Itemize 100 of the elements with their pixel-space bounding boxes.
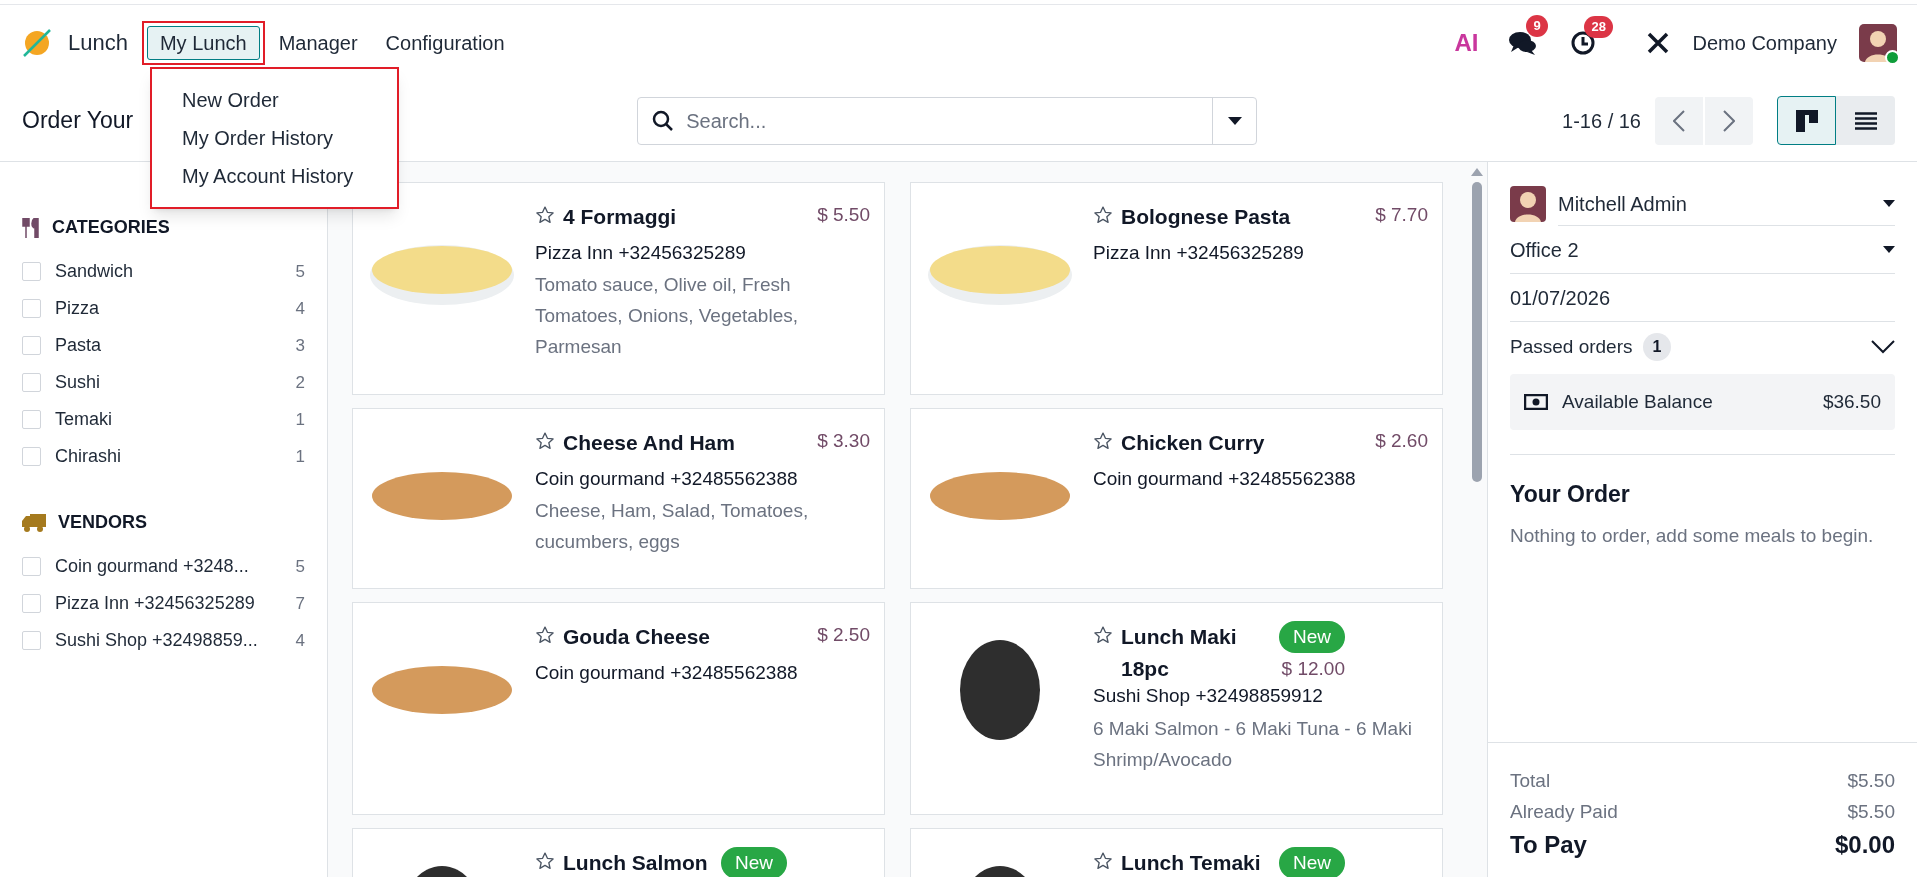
filter-count: 2 — [295, 371, 305, 394]
checkbox[interactable] — [22, 336, 41, 355]
vendor-name: Pizza Inn +32456325289 — [535, 240, 747, 265]
total-label: To Pay — [1510, 830, 1587, 860]
product-card[interactable]: Chicken Curry $ 2.60 Coin gourmand +32485562388 — [910, 408, 1443, 589]
previous-button[interactable] — [1655, 96, 1703, 145]
menu-item[interactable]: Configuration — [371, 22, 519, 63]
total-amount: $5.50 — [1847, 769, 1895, 793]
chevron-left-icon — [1673, 109, 1685, 132]
checkbox[interactable] — [22, 299, 41, 318]
user-select[interactable]: Mitchell Admin — [1558, 182, 1895, 226]
filter-label[interactable]: Sushi — [55, 369, 282, 396]
company-name[interactable]: Demo Company — [1692, 27, 1837, 58]
product-card[interactable]: Lunch Maki 18pc New $ 12.00 Sushi Shop +32498859912 6 Maki Salmon - 6 Maki Tuna - 6 Maki Shrimp/Avocado — [910, 602, 1443, 815]
star-icon[interactable] — [535, 625, 555, 645]
scrollbar-thumb[interactable] — [1472, 182, 1482, 482]
star-icon[interactable] — [1093, 851, 1113, 871]
filter-label[interactable]: Coin gourmand +3248... — [55, 553, 282, 580]
page-title: Order Your — [22, 106, 134, 136]
notification-badge: 28 — [1584, 15, 1613, 38]
avatar-icon[interactable] — [1859, 23, 1897, 62]
star-icon[interactable] — [1093, 431, 1113, 451]
product-price: $ 2.60 — [1375, 429, 1428, 453]
star-icon[interactable] — [535, 431, 555, 451]
product-name: Bolognese Pasta — [1121, 204, 1292, 230]
total-label: Total — [1510, 769, 1551, 793]
filter-count: 7 — [295, 592, 305, 615]
product-name: Lunch Temaki — [1121, 850, 1262, 876]
passed-orders-toggle[interactable]: Passed orders 1 — [1510, 322, 1895, 372]
star-icon[interactable] — [1093, 625, 1113, 645]
money-icon — [1524, 394, 1548, 410]
product-description: Cheese, Ham, Salad, Tomatoes, cucumbers, eggs — [535, 499, 810, 554]
checkbox[interactable] — [22, 410, 41, 429]
menu-item[interactable]: My Lunch — [146, 25, 260, 60]
kanban-view-button[interactable] — [1777, 96, 1836, 145]
product-description: 6 Maki Salmon - 6 Maki Tuna - 6 Maki Shrimp/Avocado — [1093, 716, 1413, 772]
product-price: $ 3.30 — [817, 429, 870, 453]
next-button[interactable] — [1705, 96, 1753, 145]
product-name: Chicken Curry — [1121, 430, 1266, 456]
filter-count: 5 — [295, 260, 305, 283]
pager-value[interactable]: 1-16 / 16 — [1562, 105, 1641, 136]
star-icon[interactable] — [1093, 205, 1113, 225]
product-card[interactable]: Lunch Salmon New — [352, 828, 885, 877]
clock-icon[interactable] — [1570, 29, 1597, 56]
product-price: $ 2.50 — [817, 623, 870, 647]
star-icon[interactable] — [535, 205, 555, 225]
product-card[interactable]: Cheese And Ham $ 3.30 Coin gourmand +32485562388 Cheese, Ham, Salad, Tomatoes, cucumbers, eggs — [352, 408, 885, 589]
search-field[interactable]: Search... — [686, 105, 1213, 136]
new-badge: New — [721, 847, 787, 877]
tools-icon[interactable] — [1646, 30, 1671, 55]
list-view-button[interactable] — [1836, 96, 1895, 145]
filter-count: 4 — [295, 629, 305, 652]
search-bar[interactable]: Search... — [637, 96, 1258, 145]
star-icon[interactable] — [535, 851, 555, 871]
product-card[interactable]: Lunch Temaki New — [910, 828, 1443, 877]
product-card[interactable]: 4 Formaggi $ 5.50 Pizza Inn +32456325289 Tomato sauce, Olive oil, Fresh Tomatoes, Onions, Vegetables, Parmesan — [352, 182, 885, 395]
filter-label[interactable]: Sandwich — [55, 258, 282, 285]
filter-label[interactable]: Pasta — [55, 332, 282, 359]
product-price: $ 5.50 — [817, 203, 870, 227]
filter-count: 1 — [295, 445, 305, 468]
ai-logo[interactable]: AI — [1454, 24, 1479, 61]
product-description: Tomato sauce, Olive oil, Fresh Tomatoes, Onions, Vegetables, Parmesan — [535, 273, 799, 359]
balance-label: Available Balance — [1562, 389, 1714, 414]
product-name: Lunch Maki 18pc — [1121, 624, 1238, 682]
app-name[interactable]: Lunch — [68, 26, 128, 59]
total-amount: $0.00 — [1834, 830, 1895, 860]
checkbox[interactable] — [22, 631, 41, 650]
filter-label[interactable]: Chirashi — [55, 443, 282, 470]
filter-label[interactable]: Pizza — [55, 295, 282, 322]
new-badge: New — [1279, 847, 1345, 877]
section-title: Your Order — [1510, 480, 1631, 509]
notification-badge: 9 — [1526, 14, 1548, 37]
vendor-name: Pizza Inn +32456325289 — [1093, 240, 1305, 265]
filter-count: 1 — [295, 408, 305, 431]
location-select[interactable]: Office 2 — [1510, 226, 1895, 274]
dropdown-item[interactable]: New Order — [152, 81, 397, 119]
vendor-name: Coin gourmand +32485562388 — [1093, 466, 1357, 491]
new-badge: New — [1279, 621, 1345, 653]
product-price: $ 12.00 — [1281, 657, 1345, 681]
filter-label[interactable]: Temaki — [55, 406, 282, 433]
fork-knife-icon — [22, 217, 40, 238]
product-name: 4 Formaggi — [563, 204, 678, 230]
search-icon — [652, 109, 675, 132]
checkbox[interactable] — [22, 594, 41, 613]
date-field[interactable]: 01/07/2026 — [1510, 274, 1895, 322]
filter-count: 3 — [295, 334, 305, 357]
checkbox[interactable] — [22, 447, 41, 466]
product-card[interactable]: Gouda Cheese $ 2.50 Coin gourmand +32485562388 — [352, 602, 885, 815]
checkbox[interactable] — [22, 373, 41, 392]
menu-item[interactable]: Manager — [264, 22, 372, 63]
product-card[interactable]: Bolognese Pasta $ 7.70 Pizza Inn +32456325289 — [910, 182, 1443, 395]
total-label: Already Paid — [1510, 800, 1618, 824]
count-badge: 1 — [1642, 333, 1672, 361]
avatar-icon — [1510, 186, 1546, 222]
vendor-name: Sushi Shop +32498859912 — [1093, 684, 1324, 708]
filter-label[interactable]: Pizza Inn +32456325289 — [55, 590, 282, 617]
dropdown-item[interactable]: My Order History — [152, 119, 397, 157]
checkbox[interactable] — [22, 557, 41, 576]
filter-label[interactable]: Sushi Shop +32498859... — [55, 627, 282, 654]
checkbox[interactable] — [22, 262, 41, 281]
